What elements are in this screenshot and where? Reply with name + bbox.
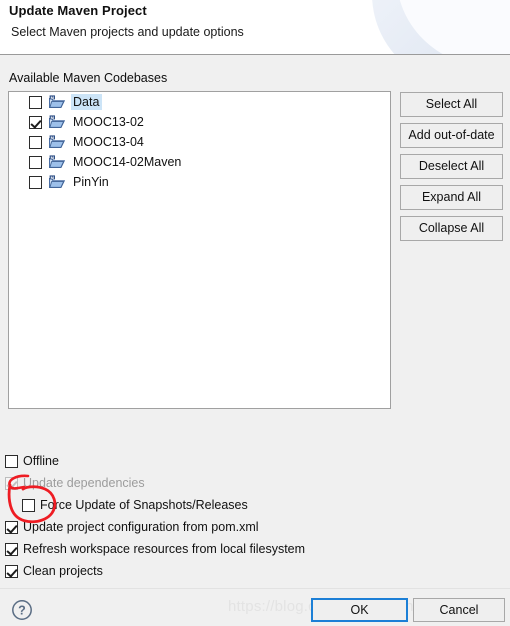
cancel-button[interactable]: Cancel [413,598,505,622]
tree-section-label: Available Maven Codebases [9,71,168,85]
deselect-all-button[interactable]: Deselect All [400,154,503,179]
option-row[interactable]: Refresh workspace resources from local f… [5,538,405,560]
option-row[interactable]: Force Update of Snapshots/Releases [5,494,405,516]
option-label: Update dependencies [23,476,145,490]
option-checkbox[interactable] [5,454,18,468]
tree-action-buttons: Select All Add out-of-date Deselect All … [400,92,503,247]
tree-item-label: MOOC13-02 [73,115,144,129]
select-all-button[interactable]: Select All [400,92,503,117]
option-checkbox[interactable] [5,520,18,534]
maven-codebases-tree[interactable]: M Data M MOOC13-02 M MOOC13-04 M MOOC14-02Maven… [8,91,391,409]
option-checkbox[interactable] [5,542,18,556]
tree-item-checkbox[interactable] [29,115,42,129]
dialog-subtitle: Select Maven projects and update options [11,25,244,39]
tree-item-checkbox[interactable] [29,175,42,189]
add-out-of-date-button[interactable]: Add out-of-date [400,123,503,148]
ok-button[interactable]: OK [311,598,408,622]
option-row: Update dependencies [5,472,405,494]
dialog-header: Update Maven Project Select Maven projec… [0,0,510,55]
option-label: Offline [23,454,59,468]
footer-divider [0,588,510,589]
svg-text:?: ? [18,604,26,618]
tree-row[interactable]: M MOOC13-04 [9,132,390,152]
tree-row[interactable]: M PinYin [9,172,390,192]
maven-folder-icon: M [49,155,66,169]
tree-item-label: MOOC14-02Maven [73,155,182,169]
collapse-all-button[interactable]: Collapse All [400,216,503,241]
tree-item-checkbox[interactable] [29,135,42,149]
maven-folder-icon: M [49,175,66,189]
option-row[interactable]: Update project configuration from pom.xm… [5,516,405,538]
header-divider [0,54,510,55]
option-row[interactable]: Clean projects [5,560,405,582]
tree-item-label: MOOC13-04 [73,135,144,149]
option-label: Clean projects [23,564,103,578]
tree-row[interactable]: M Data [9,92,390,112]
maven-folder-icon: M [49,115,66,129]
option-label: Refresh workspace resources from local f… [23,542,306,556]
option-checkbox[interactable] [22,498,35,512]
expand-all-button[interactable]: Expand All [400,185,503,210]
option-checkbox [5,476,18,490]
dialog-title: Update Maven Project [9,3,147,18]
maven-folder-icon: M [49,135,66,149]
option-checkbox[interactable] [5,564,18,578]
tree-item-checkbox[interactable] [29,95,42,109]
help-question-icon[interactable]: ? [11,599,33,621]
option-label: Force Update of Snapshots/Releases [40,498,248,512]
tree-row[interactable]: M MOOC13-02 [9,112,390,132]
maven-folder-icon: M [49,95,66,109]
option-label: Update project configuration from pom.xm… [23,520,259,534]
option-row[interactable]: Offline [5,450,405,472]
update-options-list: Offline Update dependencies Force Update o… [5,450,405,582]
tree-row[interactable]: M MOOC14-02Maven [9,152,390,172]
tree-item-label: PinYin [73,175,109,189]
tree-item-label: Data [71,94,103,110]
tree-item-checkbox[interactable] [29,155,42,169]
